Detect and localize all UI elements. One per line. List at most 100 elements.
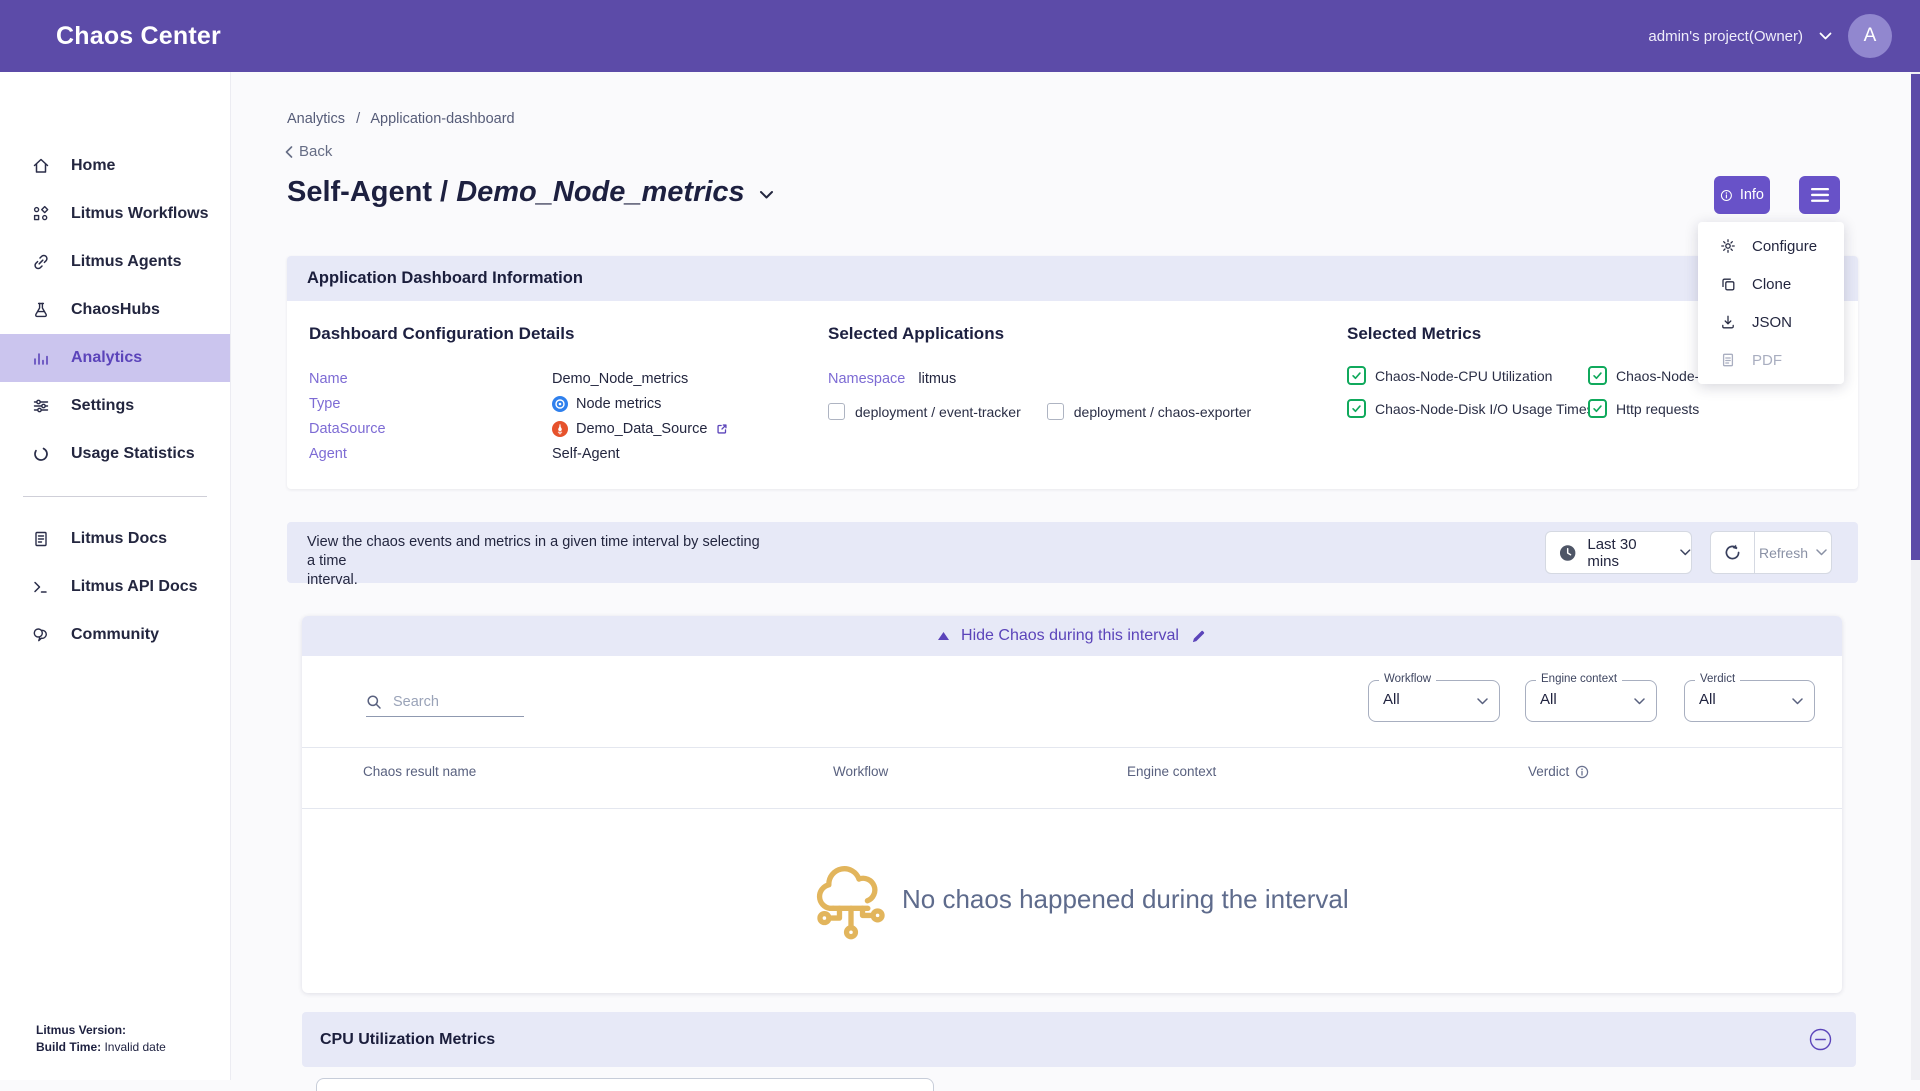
config-label: DataSource [309, 421, 552, 437]
dashboard-options-menu: Configure Clone JSON PDF [1698, 222, 1844, 384]
info-button-label: Info [1740, 187, 1764, 203]
menu-item-label: PDF [1752, 352, 1782, 369]
cloud-empty-icon [812, 862, 890, 944]
cpu-utilization-section-header: CPU Utilization Metrics [302, 1012, 1856, 1067]
section-title: Dashboard Configuration Details [309, 324, 729, 344]
config-value: Self-Agent [552, 446, 620, 462]
verdict-info-icon[interactable] [1575, 765, 1589, 779]
checkbox-cpu-utilization[interactable] [1347, 366, 1366, 385]
namespace-label: Namespace [828, 371, 905, 387]
cpu-section-title: CPU Utilization Metrics [320, 1031, 495, 1049]
pdf-file-icon [1720, 352, 1736, 368]
collapse-section-button[interactable] [1809, 1028, 1832, 1051]
back-button[interactable]: Back [285, 143, 332, 160]
page-title: Self-Agent / Demo_Node_metrics [287, 176, 774, 209]
application-dashboard-information-panel: Application Dashboard Information Dashbo… [287, 256, 1858, 489]
search-icon [366, 694, 382, 710]
hamburger-icon [1811, 188, 1829, 202]
breadcrumb-analytics[interactable]: Analytics [287, 111, 345, 127]
column-header-label: Verdict [1528, 764, 1569, 779]
column-header-chaos-result-name: Chaos result name [363, 764, 476, 779]
sidebar-item-chaoshubs[interactable]: ChaosHubs [0, 286, 230, 334]
config-row-agent: Agent Self-Agent [309, 441, 729, 466]
menu-item-configure[interactable]: Configure [1698, 227, 1844, 265]
project-selector-label[interactable]: admin's project(Owner) [1648, 28, 1803, 45]
sidebar-item-label: Analytics [71, 349, 142, 367]
sidebar-item-label: ChaosHubs [71, 301, 160, 319]
chevron-down-icon [1477, 698, 1488, 705]
sidebar-item-label: Settings [71, 397, 134, 415]
engine-context-filter[interactable]: Engine context All [1525, 680, 1657, 722]
sidebar-item-label: Community [71, 626, 159, 644]
sidebar-item-litmus-api-docs[interactable]: Litmus API Docs [0, 563, 230, 611]
home-icon [31, 156, 51, 176]
config-row-datasource: DataSource Demo_Data_Source [309, 416, 729, 441]
sidebar-item-usage-statistics[interactable]: Usage Statistics [0, 430, 230, 478]
time-range-value: Last 30 mins [1587, 536, 1669, 570]
workflow-filter[interactable]: Workflow All [1368, 680, 1500, 722]
sidebar-item-litmus-workflows[interactable]: Litmus Workflows [0, 190, 230, 238]
sidebar-item-analytics[interactable]: Analytics [0, 334, 230, 382]
hide-chaos-label: Hide Chaos during this interval [961, 627, 1179, 645]
refresh-button[interactable] [1711, 532, 1755, 573]
menu-item-pdf[interactable]: PDF [1698, 341, 1844, 379]
breadcrumb: Analytics / Application-dashboard [287, 111, 515, 127]
config-value: Demo_Node_metrics [552, 371, 688, 387]
checkbox-disk-io-rw[interactable] [1588, 366, 1607, 385]
time-interval-description: View the chaos events and metrics in a g… [307, 533, 767, 590]
sidebar-item-litmus-docs[interactable]: Litmus Docs [0, 515, 230, 563]
time-range-selector[interactable]: Last 30 mins [1545, 531, 1692, 574]
menu-item-label: JSON [1752, 314, 1792, 331]
dashboard-configuration-details: Dashboard Configuration Details Name Dem… [309, 324, 729, 466]
filter-label: Verdict [1695, 673, 1740, 685]
menu-item-json[interactable]: JSON [1698, 303, 1844, 341]
checkbox-label: deployment / chaos-exporter [1074, 404, 1251, 420]
checkbox-event-tracker[interactable] [828, 403, 845, 420]
search-input[interactable] [391, 693, 515, 711]
info-button[interactable]: Info [1714, 176, 1770, 214]
panel-header: Application Dashboard Information [287, 256, 1858, 301]
checkbox-chaos-exporter[interactable] [1047, 403, 1064, 420]
verdict-filter[interactable]: Verdict All [1684, 680, 1815, 722]
namespace-value: litmus [918, 371, 956, 387]
usage-circle-icon [31, 444, 51, 464]
sidebar-item-label: Litmus Docs [71, 530, 167, 548]
agent-name: Self-Agent / [287, 176, 448, 208]
sidebar-item-community[interactable]: Community [0, 611, 230, 659]
refresh-split-button: Refresh [1710, 531, 1832, 574]
terminal-icon [31, 577, 51, 597]
sidebar-item-home[interactable]: Home [0, 142, 230, 190]
refresh-label: Refresh [1759, 545, 1808, 561]
edit-pencil-icon[interactable] [1191, 629, 1206, 644]
avatar[interactable]: A [1848, 14, 1892, 58]
checkbox-http-requests[interactable] [1588, 399, 1607, 418]
scrollbar-thumb[interactable] [1911, 74, 1920, 560]
copy-icon [1720, 276, 1736, 292]
checkbox-disk-io-times[interactable] [1347, 399, 1366, 418]
menu-item-clone[interactable]: Clone [1698, 265, 1844, 303]
sidebar-item-settings[interactable]: Settings [0, 382, 230, 430]
title-chevron-down-icon[interactable] [759, 190, 774, 200]
prometheus-icon [552, 421, 568, 437]
config-label: Type [309, 396, 552, 412]
project-chevron-down-icon[interactable] [1819, 32, 1832, 40]
app-title: Chaos Center [56, 22, 221, 51]
table-divider [302, 808, 1842, 809]
hide-chaos-toggle[interactable]: Hide Chaos during this interval [302, 616, 1842, 656]
menu-item-label: Configure [1752, 238, 1817, 255]
litmus-version-label: Litmus Version: [36, 1023, 126, 1037]
empty-state-message: No chaos happened during the interval [902, 884, 1349, 915]
sidebar-item-label: Litmus Workflows [71, 205, 209, 223]
refresh-rate-dropdown[interactable]: Refresh [1755, 545, 1831, 561]
external-link-icon[interactable] [715, 422, 729, 436]
flask-icon [31, 300, 51, 320]
config-label: Name [309, 371, 552, 387]
gear-icon [1720, 238, 1736, 254]
sidebar-divider [23, 496, 207, 497]
sidebar-item-label: Litmus Agents [71, 253, 182, 271]
breadcrumb-separator: / [356, 111, 360, 127]
more-menu-button[interactable] [1799, 176, 1840, 214]
filter-label: Workflow [1379, 673, 1436, 685]
refresh-icon [1723, 543, 1742, 562]
sidebar-item-litmus-agents[interactable]: Litmus Agents [0, 238, 230, 286]
